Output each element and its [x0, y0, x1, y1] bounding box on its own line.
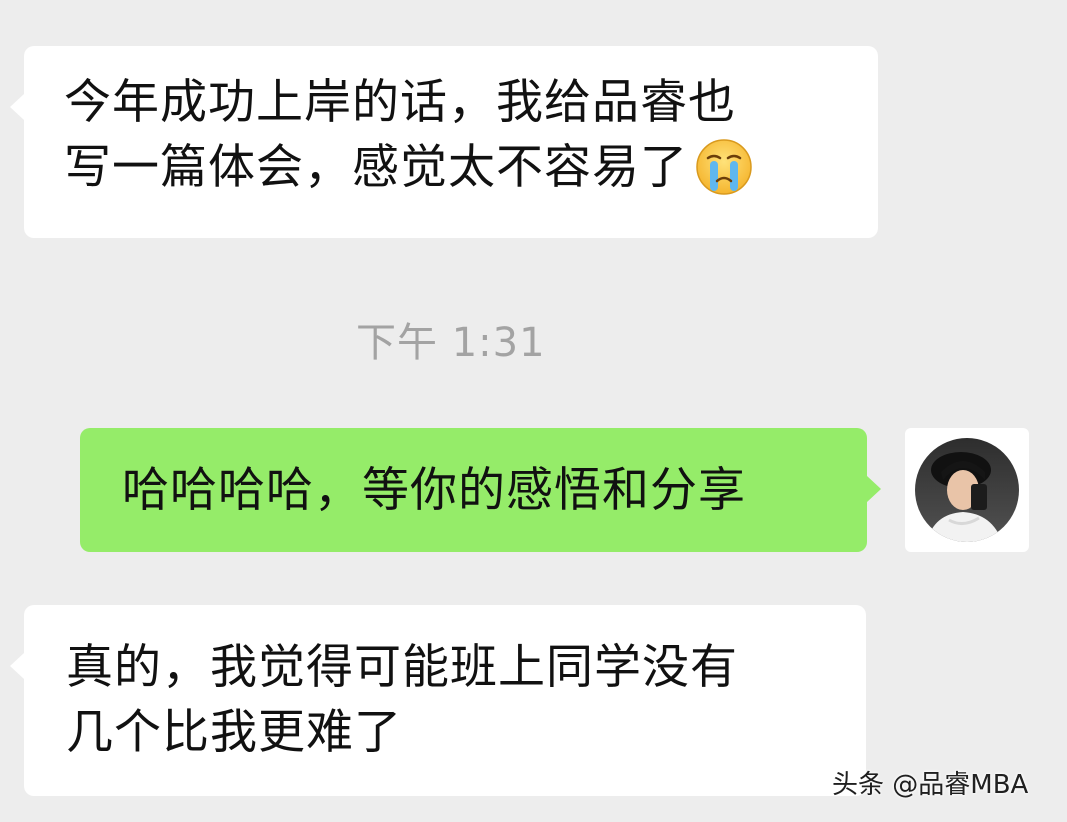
message-text-line: 今年成功上岸的话，我给品睿也: [64, 75, 736, 130]
message-text-line: 写一篇体会，感觉太不容易了: [64, 135, 858, 200]
message-text-line: 几个比我更难了: [66, 705, 402, 760]
message-bubble-incoming[interactable]: 今年成功上岸的话，我给品睿也 写一篇体会，感觉太不容易了: [10, 46, 878, 238]
user-avatar-photo: [915, 438, 1019, 542]
message-text: 写一篇体会，感觉太不容易了: [64, 140, 688, 195]
message-text-line: 哈哈哈哈，等你的感悟和分享: [122, 463, 746, 518]
message-text-line: 真的，我觉得可能班上同学没有: [66, 640, 738, 695]
watermark: 头条 @品睿MBA: [832, 770, 1029, 800]
message-bubble-incoming[interactable]: 真的，我觉得可能班上同学没有 几个比我更难了: [10, 605, 866, 796]
crying-face-icon: [696, 138, 752, 195]
message-timestamp: 下午 1:31: [356, 320, 546, 366]
avatar[interactable]: [905, 428, 1029, 552]
message-bubble-outgoing[interactable]: 哈哈哈哈，等你的感悟和分享: [80, 428, 881, 552]
